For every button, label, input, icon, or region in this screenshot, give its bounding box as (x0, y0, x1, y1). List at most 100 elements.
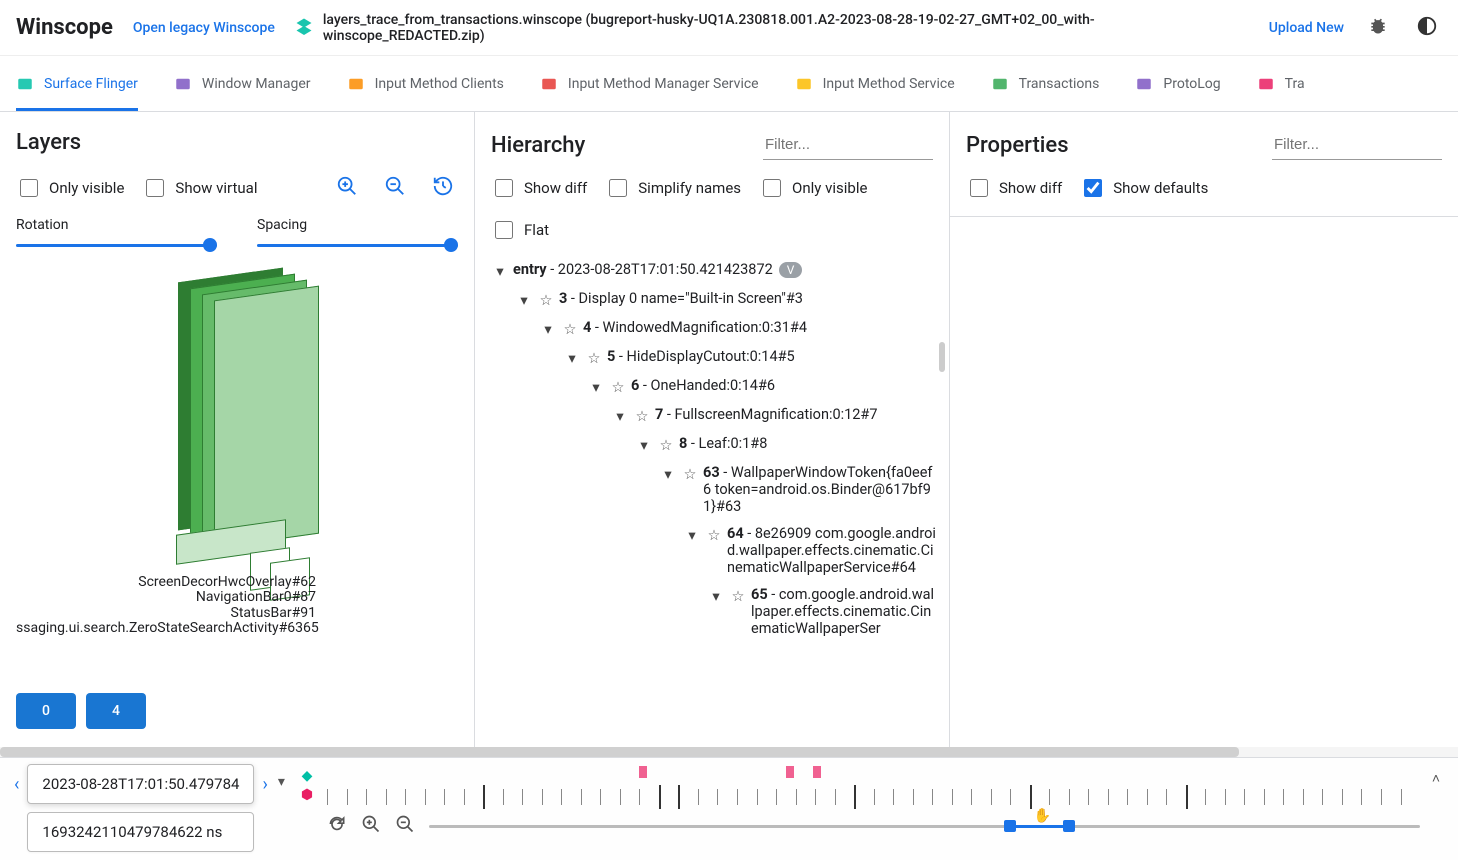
horizontal-scrollbar[interactable] (0, 747, 1458, 757)
caret-down-icon[interactable]: ▾ (659, 466, 677, 483)
caret-down-icon[interactable]: ▾ (683, 527, 701, 544)
star-icon[interactable]: ☆ (705, 527, 723, 544)
hierarchy-scrollbar[interactable] (939, 342, 945, 372)
star-icon[interactable]: ☆ (609, 379, 627, 396)
caret-down-icon[interactable]: ▾ (707, 588, 725, 605)
tab-protolog[interactable]: ProtoLog (1135, 56, 1220, 111)
tab-label: Surface Flinger (44, 76, 138, 92)
timeline-marker[interactable] (786, 766, 794, 778)
tree-node[interactable]: ▾☆4 - WindowedMagnification:0:31#4 (483, 314, 941, 343)
dark-mode-toggle-icon[interactable] (1412, 11, 1442, 45)
tab-label: Tra (1285, 76, 1305, 92)
tab-label: Transactions (1019, 76, 1100, 92)
tab-transactions[interactable]: Transactions (991, 56, 1100, 111)
tab-icon (16, 75, 34, 93)
hierarchy-simplify-names-checkbox[interactable]: Simplify names (605, 176, 741, 200)
tree-node[interactable]: ▾☆7 - FullscreenMagnification:0:12#7 (483, 401, 941, 430)
timeline-tick (1147, 789, 1167, 805)
star-icon[interactable]: ☆ (561, 321, 579, 338)
display-chip[interactable]: 4 (86, 693, 146, 729)
timeline-refresh-icon[interactable] (327, 814, 347, 838)
timestamp-human-input[interactable]: 2023-08-28T17:01:50.479784 (27, 764, 254, 804)
tree-node[interactable]: ▾☆63 - WallpaperWindowToken{fa0eef6 toke… (483, 459, 941, 520)
timestamp-ns-input[interactable]: 1693242110479784622 ns (27, 812, 254, 852)
timeline-tick (737, 789, 757, 805)
tree-node[interactable]: ▾☆3 - Display 0 name="Built-in Screen"#3 (483, 285, 941, 314)
tree-node-label: 5 - HideDisplayCutout:0:14#5 (607, 348, 937, 365)
timeline-zoom-in-icon[interactable] (361, 814, 381, 838)
tree-node[interactable]: ▾☆6 - OneHanded:0:14#6 (483, 372, 941, 401)
tab-surface-flinger[interactable]: Surface Flinger (16, 56, 138, 111)
layers-only-visible-checkbox[interactable]: Only visible (16, 176, 124, 200)
caret-down-icon[interactable]: ▾ (635, 437, 653, 454)
caret-down-icon[interactable]: ▾ (611, 408, 629, 425)
tab-window-manager[interactable]: Window Manager (174, 56, 311, 111)
hierarchy-only-visible-checkbox[interactable]: Only visible (759, 176, 867, 200)
timeline-tick (1342, 789, 1362, 805)
caret-down-icon[interactable]: ▾ (539, 321, 557, 338)
tab-input-method-manager-service[interactable]: Input Method Manager Service (540, 56, 759, 111)
star-icon[interactable]: ☆ (657, 437, 675, 454)
timeline-tick (1264, 789, 1284, 805)
zoom-in-icon[interactable] (332, 171, 362, 205)
layers-3d-view[interactable] (120, 275, 340, 615)
timeline-tick (1244, 789, 1264, 805)
star-icon[interactable]: ☆ (537, 292, 555, 309)
legacy-winscope-link[interactable]: Open legacy Winscope (133, 20, 275, 36)
timeline-ruler[interactable] (327, 784, 1420, 810)
hierarchy-title: Hierarchy (491, 133, 585, 158)
tree-node[interactable]: ▾entry - 2023-08-28T17:01:50.421423872V (483, 256, 941, 285)
history-icon[interactable] (428, 171, 458, 205)
timeline-range-slider[interactable]: ✋ (429, 816, 1420, 836)
tab-input-method-clients[interactable]: Input Method Clients (347, 56, 504, 111)
tree-node-label: 64 - 8e26909 com.google.android.wallpape… (727, 525, 937, 576)
hierarchy-show-diff-label: Show diff (524, 179, 587, 197)
tab-icon (347, 75, 365, 93)
tree-node[interactable]: ▾☆64 - 8e26909 com.google.android.wallpa… (483, 520, 941, 581)
zoom-out-icon[interactable] (380, 171, 410, 205)
timestamp-format-dropdown[interactable]: ▾ (276, 764, 287, 800)
hierarchy-show-diff-checkbox[interactable]: Show diff (491, 176, 587, 200)
timeline-expand-toggle[interactable]: ˄ (1426, 764, 1446, 793)
caret-down-icon[interactable]: ▾ (587, 379, 605, 396)
hierarchy-flat-checkbox[interactable]: Flat (491, 218, 549, 242)
timeline-prev-button[interactable]: ‹ (12, 764, 21, 805)
hierarchy-simplify-label: Simplify names (638, 179, 741, 197)
hierarchy-filter-input[interactable] (763, 130, 933, 160)
timeline-tick (1381, 789, 1401, 805)
tree-node[interactable]: ▾☆5 - HideDisplayCutout:0:14#5 (483, 343, 941, 372)
upload-new-link[interactable]: Upload New (1269, 20, 1344, 36)
star-icon[interactable]: ☆ (633, 408, 651, 425)
layers-panel: Layers Only visible Show virtual Rotatio… (0, 112, 475, 747)
star-icon[interactable]: ☆ (585, 350, 603, 367)
properties-show-diff-checkbox[interactable]: Show diff (966, 176, 1062, 200)
timeline-tick (1166, 789, 1186, 805)
star-icon[interactable]: ☆ (729, 588, 747, 605)
timeline-marker[interactable] (639, 766, 647, 778)
timeline-tick (444, 789, 464, 805)
tree-node[interactable]: ▾☆8 - Leaf:0:1#8 (483, 430, 941, 459)
star-icon[interactable]: ☆ (681, 466, 699, 483)
properties-show-defaults-checkbox[interactable]: Show defaults (1080, 176, 1208, 200)
layers-show-virtual-checkbox[interactable]: Show virtual (142, 176, 257, 200)
spacing-slider[interactable] (257, 235, 458, 255)
timeline-zoom-out-icon[interactable] (395, 814, 415, 838)
timeline-tick (1283, 789, 1303, 805)
timeline-marker[interactable] (813, 766, 821, 778)
layers-trace-icon[interactable]: ◆ (302, 768, 313, 784)
rotation-slider[interactable] (16, 235, 217, 255)
tab-input-method-service[interactable]: Input Method Service (795, 56, 955, 111)
viz-layer-label: StatusBar#91 (16, 606, 316, 621)
tab-tra[interactable]: Tra (1257, 56, 1305, 111)
caret-down-icon[interactable]: ▾ (515, 292, 533, 309)
bug-report-icon[interactable] (1364, 12, 1392, 44)
caret-down-icon[interactable]: ▾ (491, 263, 509, 280)
properties-filter-input[interactable] (1272, 130, 1442, 160)
transactions-trace-icon[interactable]: ⬢ (301, 787, 313, 803)
layers-title: Layers (16, 130, 81, 155)
tree-node[interactable]: ▾☆65 - com.google.android.wallpaper.effe… (483, 581, 941, 642)
visibility-chip: V (779, 262, 803, 278)
timeline-next-button[interactable]: › (260, 764, 269, 805)
display-chip[interactable]: 0 (16, 693, 76, 729)
caret-down-icon[interactable]: ▾ (563, 350, 581, 367)
